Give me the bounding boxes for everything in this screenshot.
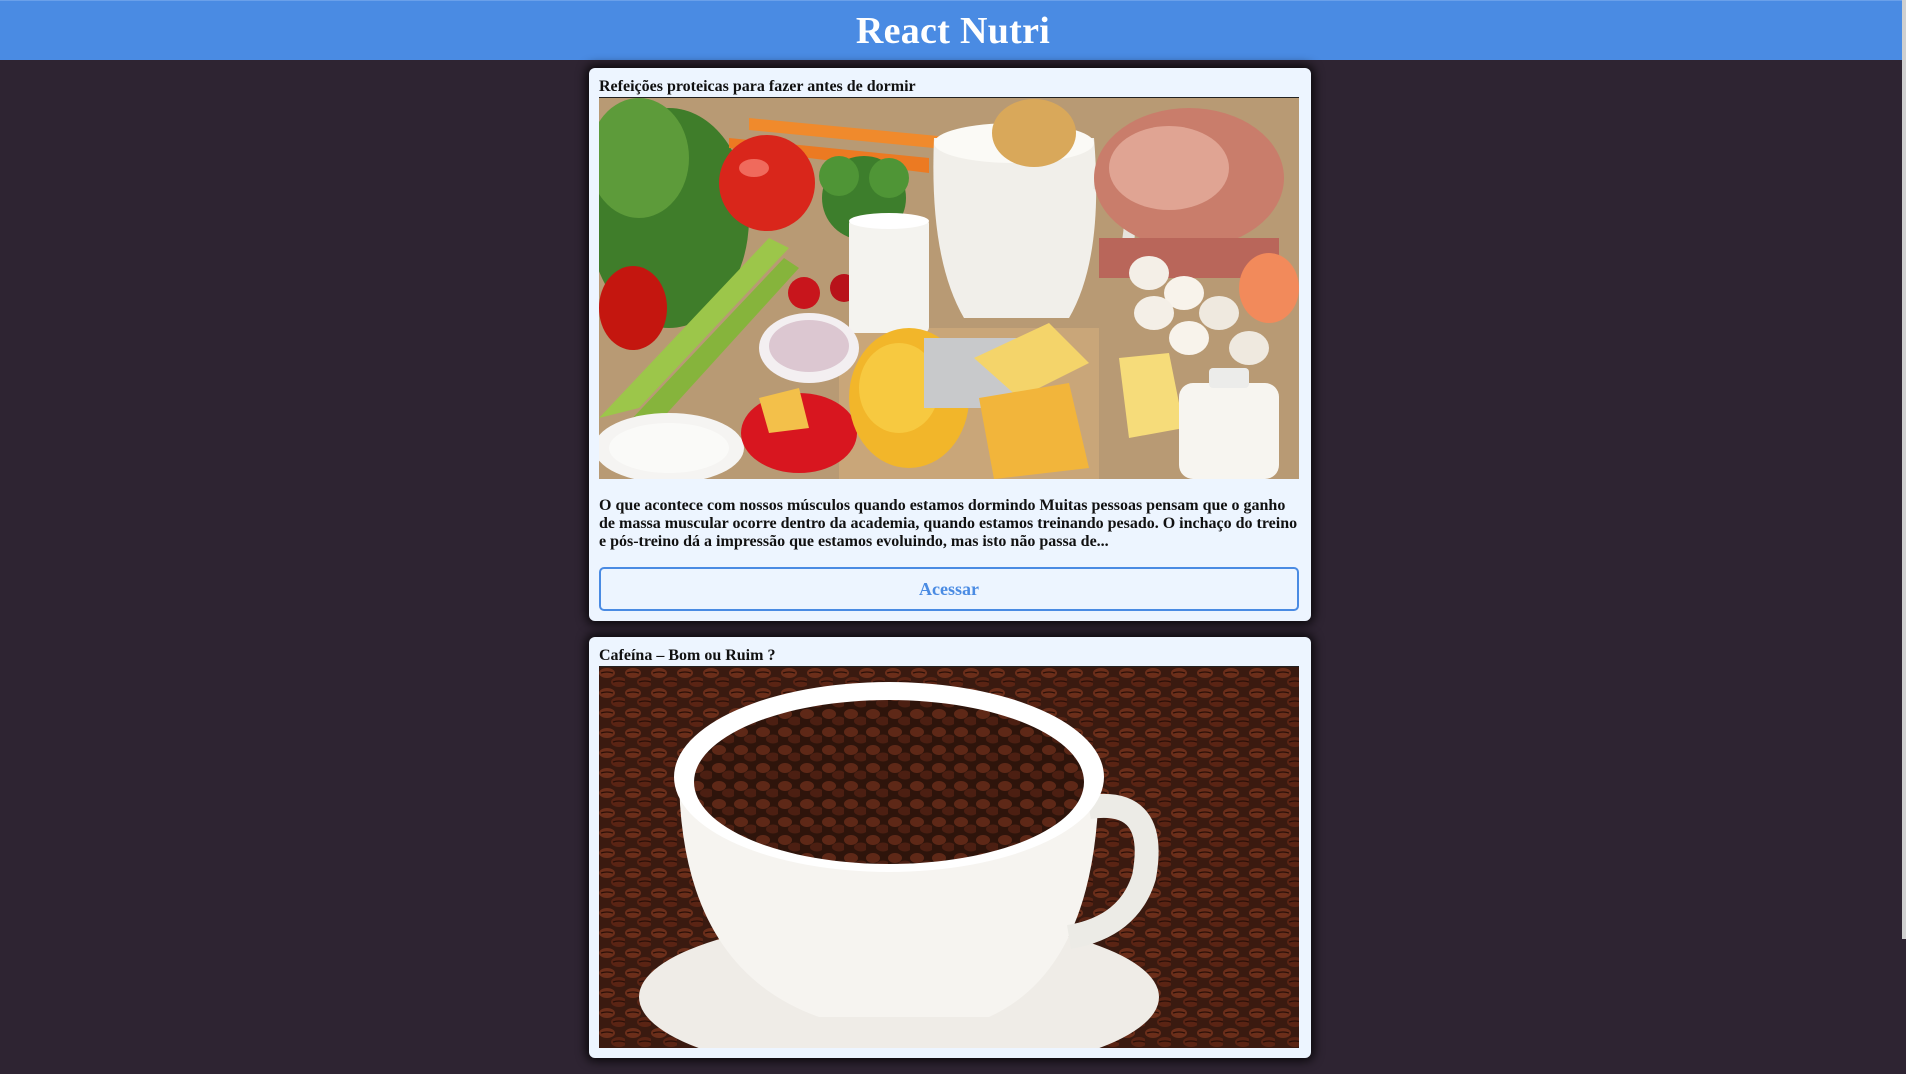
app-title: React Nutri (855, 9, 1051, 52)
access-button[interactable]: Acessar (599, 567, 1299, 611)
post-card: Refeições proteicas para fazer antes de … (589, 68, 1311, 621)
post-image-coffee (599, 666, 1299, 1048)
post-title: Cafeína – Bom ou Ruim ? (599, 647, 776, 664)
post-feed[interactable]: Refeições proteicas para fazer antes de … (589, 68, 1311, 1074)
post-excerpt: O que acontece com nossos músculos quand… (599, 497, 1298, 550)
scrollbar[interactable] (1902, 0, 1906, 939)
post-card: Cafeína – Bom ou Ruim ? (589, 637, 1311, 1058)
post-title: Refeições proteicas para fazer antes de … (599, 78, 916, 95)
app-header: React Nutri (0, 0, 1906, 60)
post-image-food (599, 97, 1299, 479)
